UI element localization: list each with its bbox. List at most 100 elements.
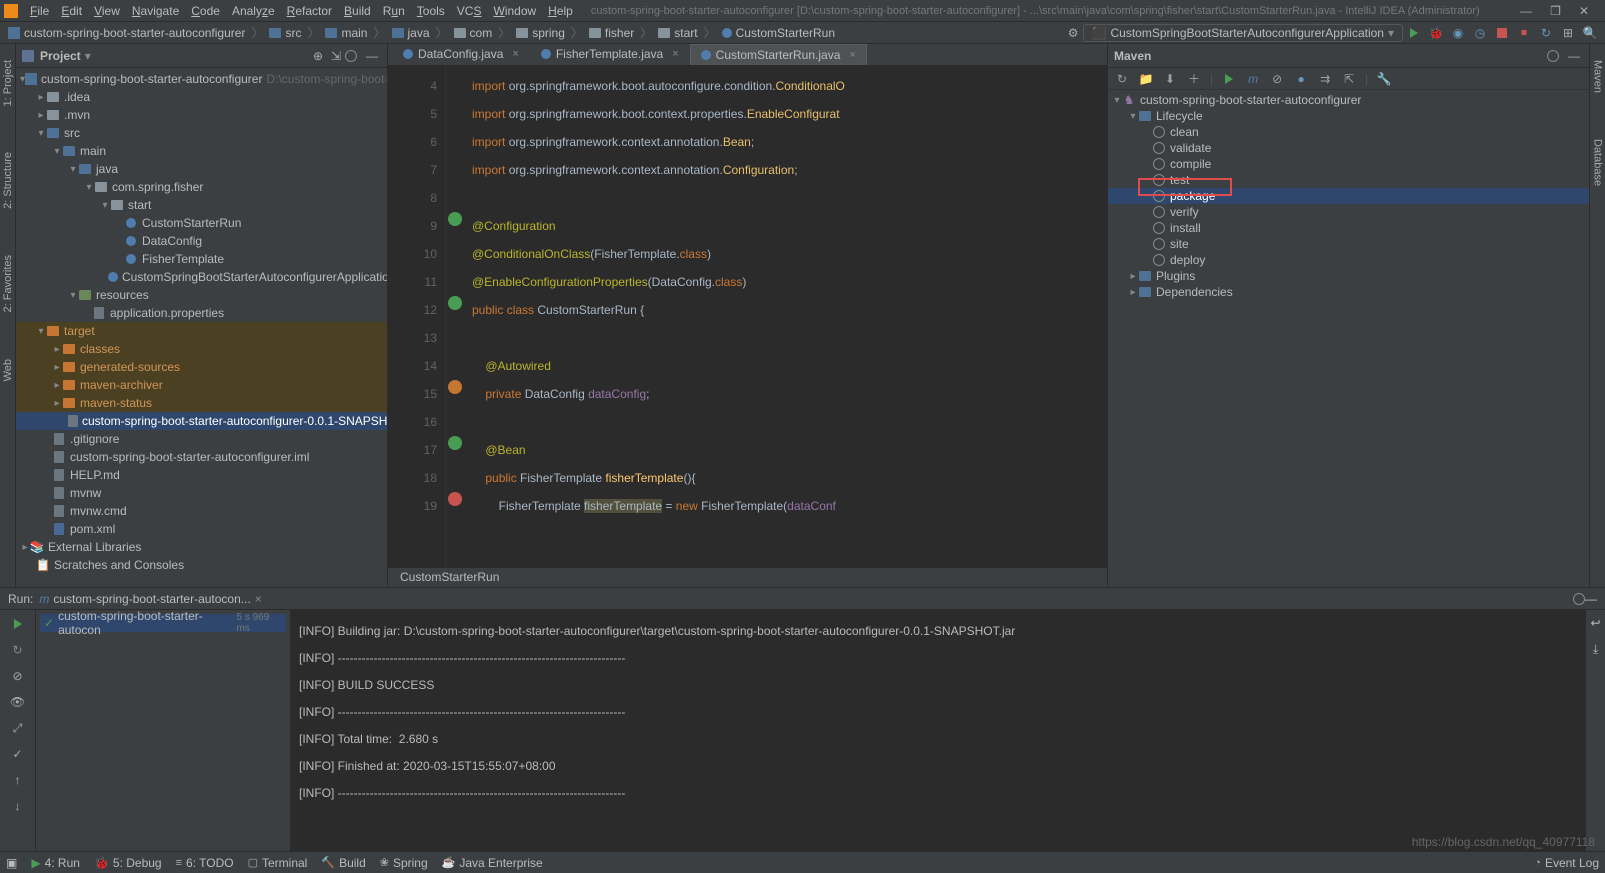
project-header: Project xyxy=(40,49,81,63)
debug-button[interactable]: 🐞 xyxy=(1427,24,1445,42)
menu-analyze[interactable]: Analyze xyxy=(226,2,281,20)
goal-deploy[interactable]: deploy xyxy=(1108,252,1589,268)
menu-tools[interactable]: Tools xyxy=(411,2,451,20)
collapse-icon[interactable]: ⇲ xyxy=(327,49,345,63)
filter-icon[interactable]: 👁 xyxy=(10,694,26,710)
stop-run-icon[interactable]: ↻ xyxy=(10,642,26,658)
tab-debug-tool[interactable]: 🐞5: Debug xyxy=(94,856,162,870)
update-button[interactable]: ↻ xyxy=(1537,24,1555,42)
goal-install[interactable]: install xyxy=(1108,220,1589,236)
toggle-offline-icon[interactable]: ⊘ xyxy=(1269,71,1285,87)
menu-run[interactable]: Run xyxy=(377,2,411,20)
maven-hide-icon[interactable]: — xyxy=(1565,49,1583,63)
tab-fishertemplate[interactable]: FisherTemplate.java× xyxy=(530,43,690,65)
selected-jar-file: custom-spring-boot-starter-autoconfigure… xyxy=(16,412,387,430)
tab-run-tool[interactable]: ▶4: Run xyxy=(31,856,80,870)
code-editor[interactable]: 4 5 6 7 8 9 10 11 12 13 14 15 16 17 18 1… xyxy=(388,66,1107,567)
run-button[interactable] xyxy=(1405,24,1423,42)
tab-spring[interactable]: ❀ Spring xyxy=(380,856,428,870)
goal-package[interactable]: package xyxy=(1108,188,1589,204)
tab-maven[interactable]: Maven xyxy=(1591,52,1605,101)
bean-icon xyxy=(448,436,462,450)
profile-button[interactable]: ◷ xyxy=(1471,24,1489,42)
add-icon[interactable]: ＋ xyxy=(1186,71,1202,87)
maven-wrench-icon[interactable]: 🔧 xyxy=(1376,71,1392,87)
close-icon[interactable]: ✕ xyxy=(1579,4,1589,18)
search-everywhere-icon[interactable]: 🔍 xyxy=(1581,24,1599,42)
hide-icon[interactable]: — xyxy=(363,49,381,63)
run-tree[interactable]: ✓custom-spring-boot-starter-autocon5 s 9… xyxy=(36,610,291,851)
run-settings-icon[interactable] xyxy=(1573,593,1585,605)
hammer-icon[interactable]: ⚙ xyxy=(1068,26,1079,40)
breadcrumb[interactable]: custom-spring-boot-starter-autoconfigure… xyxy=(4,24,839,41)
tab-build[interactable]: 🔨 Build xyxy=(321,856,365,870)
menu-refactor[interactable]: Refactor xyxy=(281,2,338,20)
project-tree[interactable]: ▾custom-spring-boot-starter-autoconfigur… xyxy=(16,68,387,587)
goal-verify[interactable]: verify xyxy=(1108,204,1589,220)
goal-validate[interactable]: validate xyxy=(1108,140,1589,156)
stop-button[interactable] xyxy=(1493,24,1511,42)
tab-terminal[interactable]: ▢ Terminal xyxy=(248,856,308,870)
menu-vcs[interactable]: VCS xyxy=(451,2,488,20)
structure-button[interactable]: ⊞ xyxy=(1559,24,1577,42)
line-gutter: 4 5 6 7 8 9 10 11 12 13 14 15 16 17 18 1… xyxy=(388,66,446,567)
run-tab[interactable]: custom-spring-boot-starter-autocon... xyxy=(53,592,250,606)
goal-site[interactable]: site xyxy=(1108,236,1589,252)
skip-tests-icon[interactable]: ● xyxy=(1293,71,1309,87)
menu-code[interactable]: Code xyxy=(185,2,226,20)
tab-web[interactable]: Web xyxy=(1,351,15,389)
menu-build[interactable]: Build xyxy=(338,2,377,20)
expand-icon[interactable]: ⤢ xyxy=(10,720,26,736)
menubar: File Edit View Navigate Code Analyze Ref… xyxy=(0,0,1605,22)
menu-edit[interactable]: Edit xyxy=(55,2,88,20)
goal-compile[interactable]: compile xyxy=(1108,156,1589,172)
code-text[interactable]: import org.springframework.boot.autoconf… xyxy=(466,66,1107,567)
more-icon[interactable]: ✓ xyxy=(10,746,26,762)
tab-dataconfig[interactable]: DataConfig.java× xyxy=(392,43,530,65)
reimport-icon[interactable]: ↻ xyxy=(1114,71,1130,87)
tab-database[interactable]: Database xyxy=(1591,131,1605,194)
menu-navigate[interactable]: Navigate xyxy=(126,2,185,20)
menu-window[interactable]: Window xyxy=(487,2,542,20)
run-side-toolbar: ↻ ⊘ 👁 ⤢ ✓ ↑ ↓ xyxy=(0,610,36,851)
tab-java-enterprise[interactable]: ☕ Java Enterprise xyxy=(442,856,543,870)
rerun-icon[interactable] xyxy=(10,616,26,632)
coverage-button[interactable]: ◉ xyxy=(1449,24,1467,42)
editor-crumbbar[interactable]: CustomStarterRun xyxy=(388,567,1107,587)
menu-file[interactable]: File xyxy=(24,2,55,20)
execute-icon[interactable]: m xyxy=(1245,71,1261,87)
goal-clean[interactable]: clean xyxy=(1108,124,1589,140)
run-hide-icon[interactable]: — xyxy=(1585,592,1597,606)
maven-settings-icon[interactable] xyxy=(1547,50,1565,62)
collapse-all-icon[interactable]: ⇱ xyxy=(1341,71,1357,87)
scroll-to-end-icon[interactable]: ⤓ xyxy=(1593,642,1598,657)
maximize-icon[interactable]: ❐ xyxy=(1550,4,1561,18)
maven-tree[interactable]: ▾♞custom-spring-boot-starter-autoconfigu… xyxy=(1108,90,1589,587)
minimize-icon[interactable]: — xyxy=(1520,4,1532,18)
scroll-icon[interactable]: ↑ xyxy=(10,772,26,788)
menu-view[interactable]: View xyxy=(88,2,126,20)
menu-help[interactable]: Help xyxy=(542,2,579,20)
scroll-down-icon[interactable]: ↓ xyxy=(10,798,26,814)
show-deps-icon[interactable]: ⇉ xyxy=(1317,71,1333,87)
run-goal-icon[interactable] xyxy=(1221,71,1237,87)
app-logo xyxy=(4,4,18,18)
download-icon[interactable]: ⬇ xyxy=(1162,71,1178,87)
tab-customstarterrun[interactable]: CustomStarterRun.java× xyxy=(690,44,867,65)
run-config-dropdown[interactable]: ⬛CustomSpringBootStarterAutoconfigurerAp… xyxy=(1083,24,1403,42)
pin-icon[interactable]: ⊘ xyxy=(10,668,26,684)
goal-test[interactable]: test xyxy=(1108,172,1589,188)
tab-favorites[interactable]: 2: Favorites xyxy=(1,247,15,320)
tw-toggle-icon[interactable]: ▣ xyxy=(6,856,17,870)
attach-button[interactable]: ⏹ xyxy=(1515,24,1533,42)
soft-wrap-icon[interactable]: ↩ xyxy=(1590,616,1600,630)
select-open-file-icon[interactable]: ⊕ xyxy=(309,49,327,63)
tab-structure[interactable]: 2: Structure xyxy=(1,144,15,217)
event-log[interactable]: ◔ Event Log xyxy=(1534,856,1599,870)
generate-sources-icon[interactable]: 📁 xyxy=(1138,71,1154,87)
window-title: custom-spring-boot-starter-autoconfigure… xyxy=(591,5,1508,17)
console-output[interactable]: [INFO] Building jar: D:\custom-spring-bo… xyxy=(291,610,1585,851)
settings-icon[interactable] xyxy=(345,50,363,62)
tab-project[interactable]: 1: Project xyxy=(1,52,15,114)
tab-todo[interactable]: ≡ 6: TODO xyxy=(176,856,234,870)
